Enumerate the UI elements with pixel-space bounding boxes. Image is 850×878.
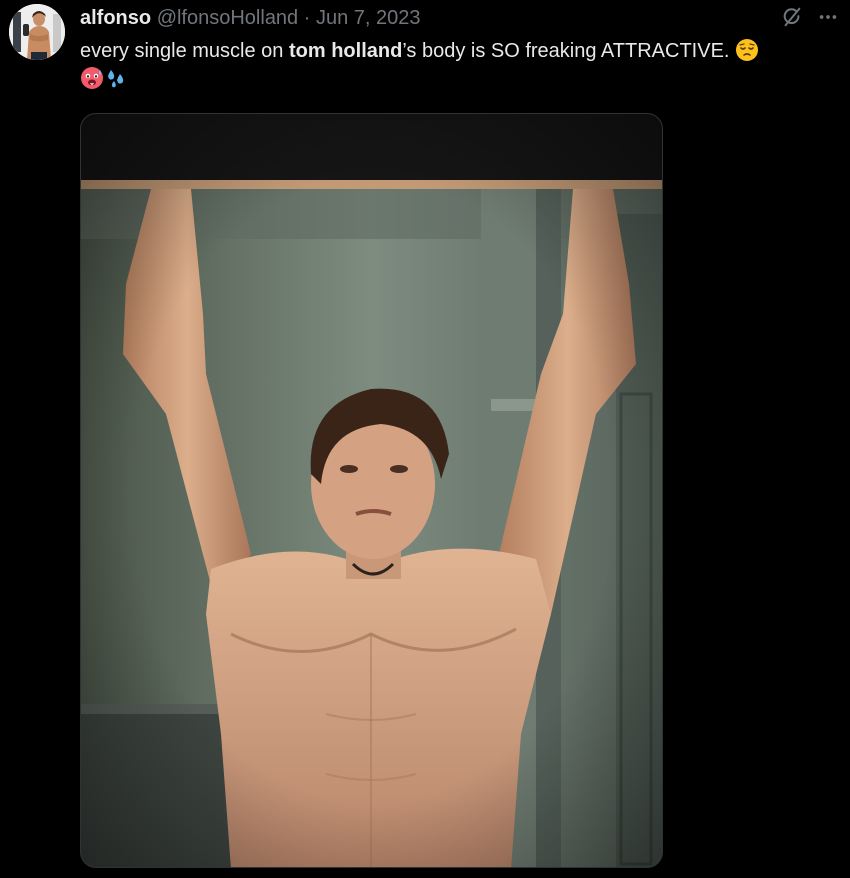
author-avatar[interactable] [9,4,65,60]
more-icon[interactable] [816,5,840,29]
meta-separator: · [303,7,311,29]
hot-face-emoji [80,66,104,90]
tweet-text-part: ’s body is SO freaking ATTRACTIVE. [402,40,730,62]
tweet-date[interactable]: Jun 7, 2023 [316,7,421,29]
header-actions [780,5,840,29]
tweet-text-part: every single muscle on [80,40,289,62]
relieved-face-emoji [735,38,759,62]
author-handle[interactable]: @lfonsoHolland [157,7,299,29]
tweet-text: every single muscle on tom holland’s bod… [80,37,840,93]
sweat-droplets-emoji [104,66,128,90]
grok-icon[interactable] [780,5,804,29]
tweet-meta: @lfonsoHolland · Jun 7, 2023 [157,7,421,29]
tweet-header: alfonso @lfonsoHolland · Jun 7, 2023 [80,5,840,33]
tweet-media-photo[interactable] [80,113,663,868]
author-name[interactable]: alfonso [80,7,151,29]
tweet-text-bold: tom holland [288,40,403,62]
